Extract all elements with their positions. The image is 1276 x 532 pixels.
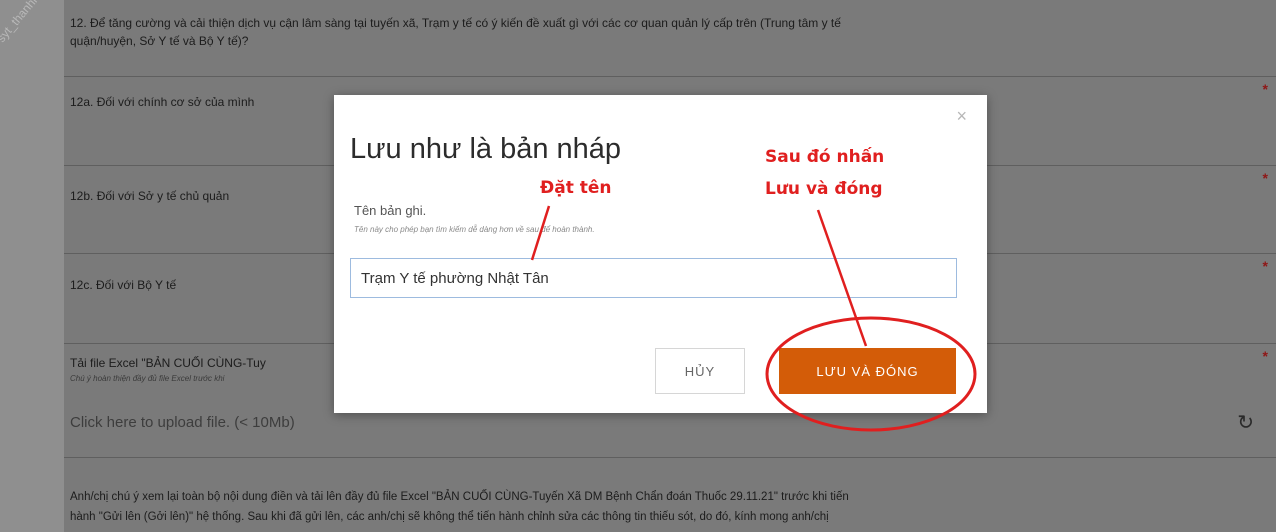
annotation-circle-save — [765, 316, 977, 432]
annotation-arrow-to-save — [816, 209, 868, 347]
annotation-arrow-to-input — [530, 205, 551, 261]
annotation-overlay — [530, 205, 977, 432]
page: syt_thanhhoa 12. Để tăng cường và cải th… — [0, 0, 1276, 532]
